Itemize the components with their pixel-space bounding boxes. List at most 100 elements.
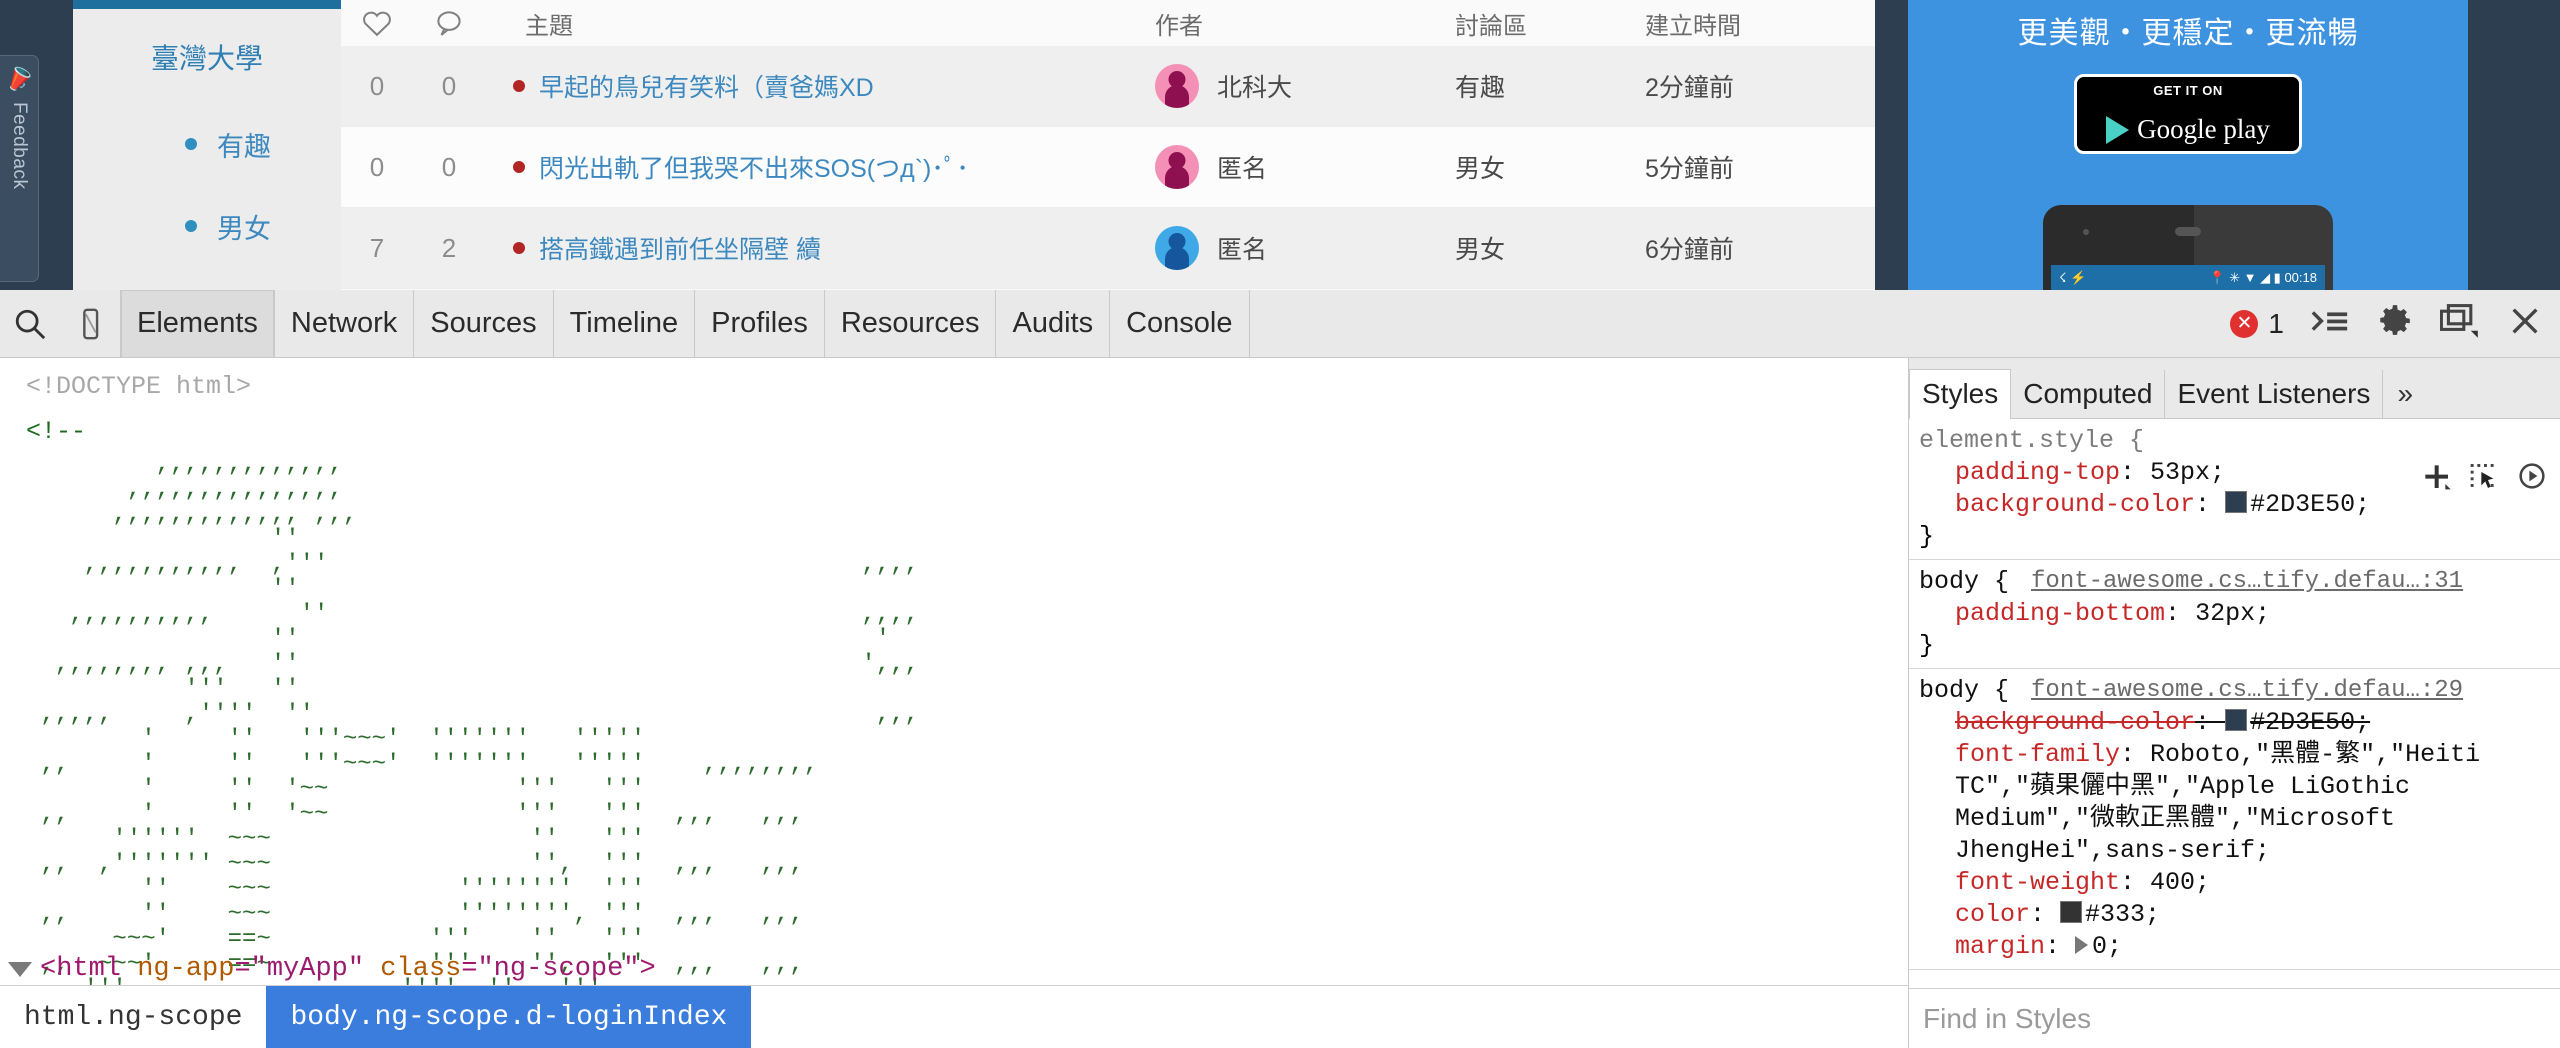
breadcrumb-item-body[interactable]: body.ng-scope.d-loginIndex bbox=[266, 986, 752, 1048]
sidebar-item-fun[interactable]: 有趣 bbox=[73, 103, 341, 185]
row-forum: 男女 bbox=[1455, 155, 1506, 183]
rule-source-link[interactable]: font-awesome.cs…tify.defau…:29 bbox=[2031, 675, 2463, 707]
dock-side-icon[interactable] bbox=[2439, 304, 2482, 343]
webpage-viewport: 📣 Feedback 臺灣大學 有趣 男女 時事 bbox=[0, 0, 2560, 290]
console-drawer-icon[interactable] bbox=[2310, 306, 2350, 341]
row-title-text: 閃光出軌了但我哭不出來SOS(つд`)･ﾟ･ bbox=[539, 155, 969, 183]
row-title[interactable]: 早起的鳥兒有笑料（賣爸媽XD bbox=[485, 68, 1129, 104]
tab-styles[interactable]: Styles bbox=[1909, 369, 2012, 419]
sidebar-item-label: 有趣 bbox=[217, 131, 271, 162]
decl-property: font-family bbox=[1955, 740, 2121, 769]
tab-console[interactable]: Console bbox=[1109, 289, 1250, 358]
expand-triangle-icon[interactable] bbox=[8, 961, 32, 977]
row-title[interactable]: 搭高鐵遇到前任坐隔壁 續 bbox=[485, 230, 1129, 266]
rule-close-brace: } bbox=[1919, 631, 1935, 660]
decl-property: padding-top bbox=[1955, 458, 2121, 487]
decl-property: margin bbox=[1955, 932, 2046, 961]
tab-audits[interactable]: Audits bbox=[995, 289, 1109, 358]
find-placeholder: Find in Styles bbox=[1923, 1002, 2092, 1034]
rule-selector: body { bbox=[1919, 676, 2010, 705]
avatar bbox=[1155, 64, 1199, 108]
row-author: 匿名 bbox=[1129, 145, 1455, 189]
screen-root: 📣 Feedback 臺灣大學 有趣 男女 時事 bbox=[0, 0, 2560, 1048]
sidebar-item-news[interactable]: 時事 bbox=[73, 267, 341, 290]
rule-selector: body { bbox=[1919, 567, 2010, 596]
row-author: 北科大 bbox=[1129, 64, 1455, 108]
color-swatch[interactable] bbox=[2060, 901, 2083, 923]
comment-open: <!-- bbox=[26, 417, 87, 446]
tag-open-bracket: < bbox=[40, 954, 57, 984]
decl-property: padding-bottom bbox=[1955, 599, 2166, 628]
style-declaration[interactable]: padding-bottom: 32px; bbox=[1919, 598, 2560, 630]
row-title[interactable]: 閃光出軌了但我哭不出來SOS(つд`)･ﾟ･ bbox=[485, 149, 1129, 185]
table-row[interactable]: 0 0 閃光出軌了但我哭不出來SOS(つд`)･ﾟ･ 匿名 男女 5分鐘前 bbox=[341, 127, 1875, 208]
feedback-tab[interactable]: 📣 Feedback bbox=[0, 55, 39, 282]
row-like-count: 0 bbox=[369, 151, 385, 182]
toggle-state-icon[interactable] bbox=[2516, 461, 2548, 501]
error-count-badge[interactable]: ✕ 1 bbox=[2230, 308, 2284, 340]
tab-resources[interactable]: Resources bbox=[823, 289, 996, 358]
dom-tree-pane[interactable]: <!DOCTYPE html> <!-- ,,,,,,,,,,,,, ,,,,,… bbox=[0, 358, 1908, 1048]
select-element-icon[interactable] bbox=[2468, 461, 2500, 501]
column-header-forum: 討論區 bbox=[1455, 12, 1527, 40]
styles-rules-list[interactable]: element.style {padding-top: 53px; backg… bbox=[1909, 419, 2560, 988]
devtools-body: <!DOCTYPE html> <!-- ,,,,,,,,,,,,, ,,,,,… bbox=[0, 358, 2560, 1048]
color-swatch[interactable] bbox=[2225, 709, 2248, 731]
style-declaration[interactable]: font-weight: 400; bbox=[1919, 867, 2560, 899]
row-author-name: 匿名 bbox=[1217, 236, 1268, 264]
rule-source-link[interactable]: font-awesome.cs…tify.defau…:31 bbox=[2031, 566, 2463, 598]
tab-event-listeners[interactable]: Event Listeners bbox=[2165, 370, 2384, 418]
tab-timeline[interactable]: Timeline bbox=[552, 289, 695, 358]
attr-value-ng-app: "myApp" bbox=[250, 954, 365, 984]
new-post-dot-icon bbox=[513, 161, 525, 173]
expand-shorthand-icon[interactable] bbox=[2075, 936, 2089, 954]
row-like-count: 0 bbox=[369, 70, 385, 101]
row-title-text: 早起的鳥兒有笑料（賣爸媽XD bbox=[539, 74, 874, 102]
error-count: 1 bbox=[2268, 307, 2284, 339]
row-forum: 男女 bbox=[1455, 236, 1506, 264]
style-declaration[interactable]: margin: 0; bbox=[1919, 931, 2560, 963]
close-icon[interactable] bbox=[2508, 304, 2542, 343]
find-in-styles-input[interactable]: Find in Styles bbox=[1909, 988, 2560, 1048]
more-tabs-icon[interactable]: » bbox=[2383, 370, 2427, 418]
row-forum: 有趣 bbox=[1455, 74, 1506, 102]
breadcrumb-item-html[interactable]: html.ng-scope bbox=[0, 986, 266, 1048]
style-rule[interactable]: body { font-awesome.cs…tify.defau…:29 ba… bbox=[1909, 669, 2560, 970]
phone-mockup-image: ☇ ⚡ 📍 ✳ ▼ ◢ ▮ 00:18 bbox=[2043, 205, 2333, 290]
tab-elements[interactable]: Elements bbox=[120, 289, 274, 358]
device-toggle-icon[interactable] bbox=[60, 290, 120, 358]
google-play-badge[interactable]: GET IT ON Google play bbox=[2074, 74, 2302, 154]
sidebar-item-relationship[interactable]: 男女 bbox=[73, 185, 341, 267]
app-promo-banner[interactable]: 更美觀・更穩定・更流暢 GET IT ON Google play ☇ ⚡ 📍 … bbox=[1908, 0, 2468, 290]
badge-store-label: Google play bbox=[2137, 114, 2270, 144]
style-rule[interactable]: element.style {padding-top: 53px; backg… bbox=[1909, 419, 2560, 560]
phone-statusbar: ☇ ⚡ 📍 ✳ ▼ ◢ ▮ 00:18 bbox=[2051, 265, 2325, 290]
tab-profiles[interactable]: Profiles bbox=[694, 289, 824, 358]
bullet-icon bbox=[185, 220, 197, 232]
sidebar-category-list: 有趣 男女 時事 bbox=[73, 103, 341, 290]
row-comment-count: 0 bbox=[441, 151, 457, 182]
table-row[interactable]: 0 0 早起的鳥兒有笑料（賣爸媽XD 北科大 有趣 2分鐘前 bbox=[341, 46, 1875, 127]
dom-node-html[interactable]: < html ng-app = "myApp" class = "ng-scope" > bbox=[0, 954, 1908, 984]
row-comment-count: 2 bbox=[441, 232, 457, 263]
style-declaration[interactable]: font-family: Roboto,"黑體-繁","Heiti TC","蘋… bbox=[1919, 739, 2560, 867]
avatar bbox=[1155, 145, 1199, 189]
style-declaration[interactable]: background-color: #2D3E50; bbox=[1919, 707, 2560, 739]
heart-icon bbox=[341, 9, 413, 38]
table-row[interactable]: 7 2 搭高鐵遇到前任坐隔壁 續 匿名 男女 6分鐘前 bbox=[341, 208, 1875, 289]
tab-network[interactable]: Network bbox=[273, 289, 413, 358]
attr-name-ng-app: ng-app bbox=[137, 954, 235, 984]
tab-computed[interactable]: Computed bbox=[2011, 370, 2166, 418]
tab-sources[interactable]: Sources bbox=[413, 289, 552, 358]
magnifier-icon[interactable] bbox=[0, 290, 60, 358]
plus-icon[interactable] bbox=[2420, 461, 2452, 501]
feedback-label: Feedback bbox=[9, 102, 30, 190]
color-swatch[interactable] bbox=[2225, 491, 2248, 513]
gear-icon[interactable] bbox=[2376, 302, 2414, 345]
rule-close-brace: } bbox=[1919, 522, 1935, 551]
megaphone-icon: 📣 bbox=[0, 60, 38, 97]
column-header-author: 作者 bbox=[1155, 12, 1203, 40]
style-rule[interactable]: body { font-awesome.cs…tify.defau…:31 pa… bbox=[1909, 560, 2560, 669]
decl-value: 0; bbox=[2092, 932, 2123, 961]
style-declaration[interactable]: color: #333; bbox=[1919, 899, 2560, 931]
